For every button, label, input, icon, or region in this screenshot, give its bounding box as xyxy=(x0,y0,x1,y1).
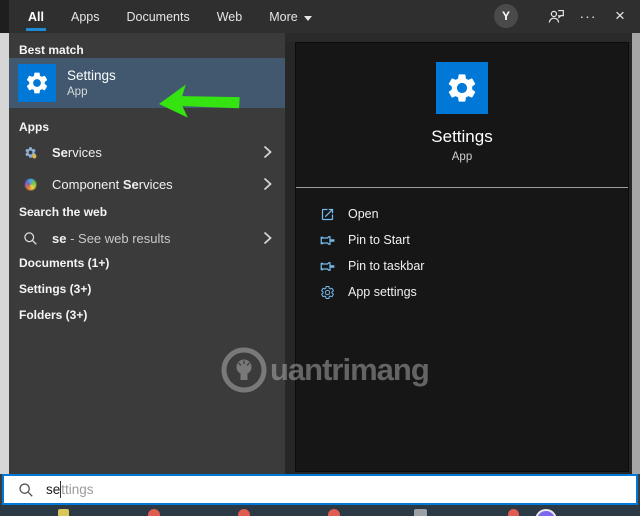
preview-panel: Settings App Open Pin to Start Pin to ta… xyxy=(295,42,629,472)
result-component-services[interactable]: Component Services xyxy=(9,169,285,199)
feedback-icon[interactable] xyxy=(545,5,567,27)
folders-section-header[interactable]: Folders (3+) xyxy=(19,307,87,323)
taskbar-peek-icon xyxy=(148,509,160,516)
search-icon xyxy=(22,231,38,246)
best-match-header: Best match xyxy=(19,43,84,57)
desktop-edge xyxy=(0,0,9,33)
taskbar-peek-icon xyxy=(238,509,250,516)
component-services-icon xyxy=(22,177,38,191)
action-list: Open Pin to Start Pin to taskbar App set… xyxy=(296,201,628,305)
close-icon[interactable]: × xyxy=(609,5,631,27)
result-services[interactable]: Services xyxy=(9,137,285,167)
apps-section-header: Apps xyxy=(19,120,49,134)
desktop-edge xyxy=(632,33,640,474)
search-typed-text: se xyxy=(46,482,61,497)
tab-all[interactable]: All xyxy=(26,0,46,33)
taskbar-peek-icon xyxy=(535,509,557,516)
taskbar-peek-icon xyxy=(58,509,69,516)
search-filter-bar: All Apps Documents Web More Y ··· × xyxy=(9,0,640,33)
watermark: uantrimang xyxy=(221,347,430,393)
gear-outline-icon xyxy=(319,285,336,300)
taskbar xyxy=(0,505,640,516)
action-app-settings[interactable]: App settings xyxy=(296,279,628,305)
action-open[interactable]: Open xyxy=(296,201,628,227)
divider xyxy=(296,187,628,188)
best-match-subtitle: App xyxy=(67,86,88,98)
search-results-pane: Best match Settings App Apps Services Co… xyxy=(9,33,285,474)
result-web-search[interactable]: se - See web results xyxy=(9,223,285,253)
action-pin-to-start[interactable]: Pin to Start xyxy=(296,227,628,253)
documents-section-header[interactable]: Documents (1+) xyxy=(19,255,109,271)
chevron-right-icon[interactable] xyxy=(263,231,272,245)
chevron-right-icon[interactable] xyxy=(263,177,272,191)
watermark-text: uantrimang xyxy=(270,352,430,387)
chevron-down-icon xyxy=(303,15,312,21)
pin-icon-row action-pin-to-taskbar[interactable]: Pin to taskbar xyxy=(296,253,628,279)
tab-web[interactable]: Web xyxy=(217,0,242,33)
watermark-bulb-logo-icon xyxy=(221,347,267,393)
best-match-result-settings[interactable]: Settings App xyxy=(9,58,285,108)
tab-documents[interactable]: Documents xyxy=(126,0,189,33)
taskbar-peek-icon xyxy=(328,509,340,516)
preview-pane: Settings App Open Pin to Start Pin to ta… xyxy=(285,33,632,474)
services-gear-icon xyxy=(22,146,38,159)
web-section-header: Search the web xyxy=(19,205,108,219)
windows-search-flyout: All Apps Documents Web More Y ··· × Best… xyxy=(0,0,640,516)
preview-app-type: App xyxy=(451,151,473,163)
settings-section-header[interactable]: Settings (3+) xyxy=(19,281,91,297)
taskbar-peek-icon xyxy=(414,509,427,516)
taskbar-peek-icon xyxy=(508,509,519,516)
search-suggestion-text: ttings xyxy=(61,482,94,497)
user-avatar[interactable]: Y xyxy=(494,4,518,28)
settings-gear-icon xyxy=(436,62,488,114)
desktop-edge xyxy=(0,33,9,474)
search-icon xyxy=(18,482,34,498)
tab-more[interactable]: More xyxy=(269,0,312,33)
pin-icon xyxy=(319,259,336,274)
tab-apps[interactable]: Apps xyxy=(71,0,100,33)
best-match-title: Settings xyxy=(67,68,116,83)
preview-pane-top-gap xyxy=(285,33,632,42)
more-options-icon[interactable]: ··· xyxy=(577,5,599,27)
pin-icon xyxy=(319,233,336,248)
filter-tabs: All Apps Documents Web More xyxy=(9,0,312,33)
open-icon xyxy=(319,207,336,222)
settings-gear-icon xyxy=(18,64,56,102)
preview-app-name: Settings xyxy=(431,127,493,146)
chevron-right-icon[interactable] xyxy=(263,145,272,159)
search-input[interactable]: se ttings xyxy=(2,474,638,505)
